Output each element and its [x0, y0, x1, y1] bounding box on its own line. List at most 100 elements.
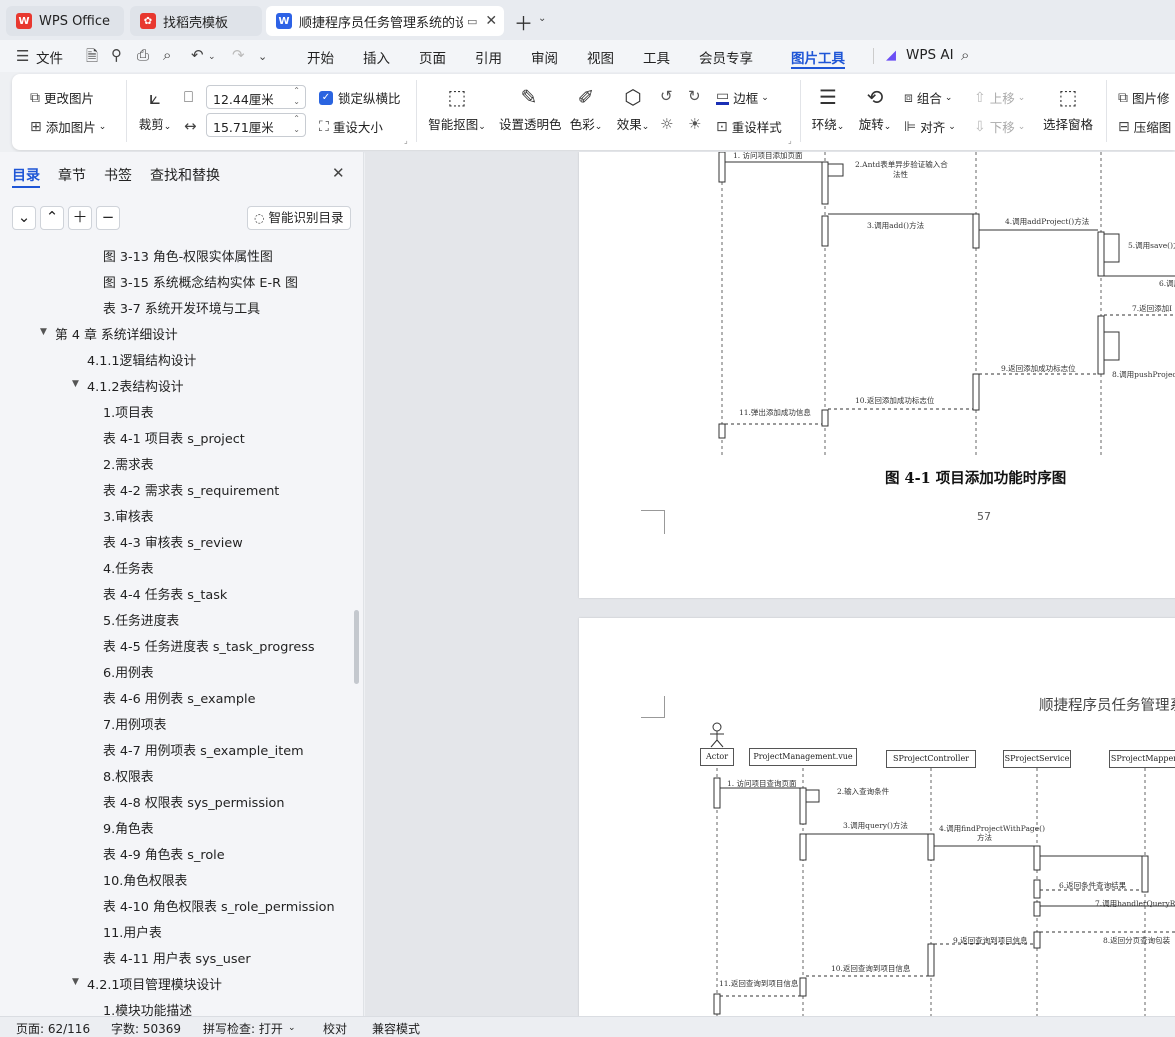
- expand-triangle-icon[interactable]: ▼: [72, 379, 79, 389]
- tab-toc[interactable]: 目录: [12, 165, 40, 185]
- menu-view[interactable]: 视图: [587, 47, 614, 67]
- more-chevron-icon[interactable]: ⌄: [258, 50, 267, 63]
- toc-item[interactable]: 4.2.1项目管理模块设计: [87, 974, 222, 993]
- hamburger-icon[interactable]: ☰: [16, 47, 29, 65]
- menu-wps-ai[interactable]: WPS AI: [906, 47, 954, 63]
- chevron-down-icon[interactable]: ⌄: [538, 13, 546, 24]
- add-picture-button[interactable]: ⊞ 添加图片 ⌄: [30, 117, 106, 136]
- resize-button[interactable]: ⛶ 重设大小: [319, 117, 383, 136]
- toc-item[interactable]: 5.任务进度表: [103, 610, 179, 629]
- toc-item[interactable]: 表 4-3 审核表 s_review: [103, 532, 243, 551]
- lock-ratio-checkbox[interactable]: ✓ 锁定纵横比: [319, 88, 401, 107]
- color-button[interactable]: ✐ 色彩⌄: [568, 86, 604, 133]
- expand-triangle-icon[interactable]: ▼: [72, 977, 79, 987]
- toc-item[interactable]: 4.1.1逻辑结构设计: [87, 350, 196, 369]
- toc-item[interactable]: 表 4-6 用例表 s_example: [103, 688, 255, 707]
- new-tab-icon[interactable]: ＋: [514, 9, 533, 36]
- toc-item[interactable]: 图 3-15 系统概念结构实体 E-R 图: [103, 272, 298, 291]
- proofread-button[interactable]: 校对: [323, 1020, 347, 1037]
- toc-item[interactable]: 表 4-7 用例项表 s_example_item: [103, 740, 304, 759]
- undo-icon[interactable]: ↶: [191, 46, 204, 64]
- close-icon[interactable]: ✕: [485, 13, 497, 29]
- page-count[interactable]: 页面: 62/116: [16, 1020, 90, 1037]
- toc-item[interactable]: 表 3-7 系统开发环境与工具: [103, 298, 260, 317]
- brightness-up-icon[interactable]: ☀: [688, 115, 701, 133]
- spell-check-toggle[interactable]: 拼写检查: 打开: [203, 1020, 283, 1037]
- reset-style-button[interactable]: ⊡ 重设样式: [716, 117, 782, 136]
- dialog-launcher-icon[interactable]: ⌟: [788, 136, 792, 145]
- menu-file[interactable]: 文件: [36, 47, 63, 67]
- chevron-down-icon[interactable]: ⌄: [288, 1023, 296, 1033]
- expand-down-button[interactable]: ⌄: [12, 206, 36, 230]
- width-input[interactable]: 12.44厘米: [206, 85, 306, 109]
- print-icon[interactable]: ⎙: [137, 46, 149, 64]
- menu-reference[interactable]: 引用: [475, 47, 502, 67]
- toc-item[interactable]: 10.角色权限表: [103, 870, 187, 889]
- toc-item[interactable]: 表 4-1 项目表 s_project: [103, 428, 245, 447]
- effect-button[interactable]: ⬡ 效果⌄: [615, 86, 651, 133]
- height-input[interactable]: 15.71厘米: [206, 113, 306, 137]
- redo-icon[interactable]: ↷: [232, 46, 245, 64]
- rotate-button[interactable]: ⟲ 旋转⌄: [856, 86, 894, 133]
- menu-vip[interactable]: 会员专享: [699, 47, 753, 67]
- toc-item[interactable]: 1.项目表: [103, 402, 154, 421]
- search-icon[interactable]: ⌕: [961, 46, 969, 64]
- toc-item[interactable]: 2.需求表: [103, 454, 154, 473]
- tab-document[interactable]: W 顺捷程序员任务管理系统的设计 ▭ ✕: [266, 6, 504, 36]
- menu-tools[interactable]: 工具: [643, 47, 670, 67]
- tab-wps-office[interactable]: W WPS Office: [6, 6, 124, 36]
- set-transparent-button[interactable]: ✎ 设置透明色: [499, 86, 562, 133]
- print-preview-icon[interactable]: ⌕: [163, 46, 171, 64]
- toc-item[interactable]: 4.任务表: [103, 558, 154, 577]
- toc-item[interactable]: 第 4 章 系统详细设计: [55, 324, 178, 343]
- toc-item[interactable]: 3.审核表: [103, 506, 154, 525]
- brightness-down-icon[interactable]: ☼: [660, 115, 673, 133]
- align-button[interactable]: ⊫ 对齐 ⌄: [904, 117, 956, 136]
- smart-cutout-button[interactable]: ⬚ 智能抠图⌄: [428, 86, 486, 133]
- expand-triangle-icon[interactable]: ▼: [40, 327, 47, 337]
- selection-pane-button[interactable]: ⬚ 选择窗格: [1042, 86, 1094, 133]
- sidebar-scrollbar[interactable]: [354, 610, 359, 684]
- tab-docer[interactable]: ✿ 找稻壳模板: [130, 6, 262, 36]
- crop-button[interactable]: ⟀ 裁剪⌄: [138, 86, 172, 133]
- toc-item[interactable]: 图 3-13 角色-权限实体属性图: [103, 246, 273, 265]
- word-count[interactable]: 字数: 50369: [111, 1020, 181, 1037]
- toc-item[interactable]: 表 4-2 需求表 s_requirement: [103, 480, 279, 499]
- toc-item[interactable]: 表 4-4 任务表 s_task: [103, 584, 227, 603]
- remove-heading-button[interactable]: −: [96, 206, 120, 230]
- toc-item[interactable]: 表 4-9 角色表 s_role: [103, 844, 225, 863]
- menu-picture-tools[interactable]: 图片工具: [791, 47, 845, 67]
- wrap-button[interactable]: ☰ 环绕⌄: [809, 86, 847, 133]
- toc-item[interactable]: 表 4-5 任务进度表 s_task_progress: [103, 636, 315, 655]
- toc-item[interactable]: 表 4-10 角色权限表 s_role_permission: [103, 896, 335, 915]
- dialog-launcher-icon[interactable]: ⌟: [404, 136, 408, 145]
- close-icon[interactable]: ✕: [332, 164, 345, 182]
- save-icon[interactable]: 🗎: [86, 46, 98, 71]
- toc-item[interactable]: 表 4-11 用户表 sys_user: [103, 948, 251, 967]
- monitor-icon[interactable]: ▭: [467, 15, 477, 28]
- menu-review[interactable]: 审阅: [531, 47, 558, 67]
- share-icon[interactable]: ⚲: [111, 46, 122, 64]
- smart-toc-button[interactable]: ◌ 智能识别目录: [247, 206, 351, 230]
- bring-up-button[interactable]: ⇧ 上移 ⌄: [974, 88, 1025, 107]
- menu-insert[interactable]: 插入: [363, 47, 390, 67]
- tab-find-replace[interactable]: 查找和替换: [150, 165, 220, 185]
- add-heading-button[interactable]: ＋: [68, 206, 92, 230]
- compress-button[interactable]: ⊟ 压缩图: [1118, 117, 1171, 136]
- picture-fix-button[interactable]: ⧉ 图片修: [1118, 88, 1170, 107]
- tab-bookmarks[interactable]: 书签: [104, 165, 132, 185]
- document-canvas[interactable]: 1. 访问项目添加页面 2.Antd表单异步验证输入合 法性 3.调用add()…: [365, 152, 1175, 1016]
- border-button[interactable]: ▭ 边框 ⌄: [716, 88, 769, 107]
- toc-item[interactable]: 6.用例表: [103, 662, 154, 681]
- menu-start[interactable]: 开始: [307, 47, 334, 67]
- rotate-left-icon[interactable]: ↺: [660, 87, 673, 105]
- change-picture-button[interactable]: ⧉ 更改图片: [30, 88, 94, 107]
- undo-dropdown-icon[interactable]: ⌄: [208, 52, 216, 62]
- toc-item[interactable]: 表 4-8 权限表 sys_permission: [103, 792, 284, 811]
- menu-page[interactable]: 页面: [419, 47, 446, 67]
- toc-item[interactable]: 8.权限表: [103, 766, 154, 785]
- collapse-up-button[interactable]: ⌃: [40, 206, 64, 230]
- rotate-right-icon[interactable]: ↻: [688, 87, 701, 105]
- send-down-button[interactable]: ⇩ 下移 ⌄: [974, 117, 1025, 136]
- group-button[interactable]: ⧈ 组合 ⌄: [904, 88, 952, 107]
